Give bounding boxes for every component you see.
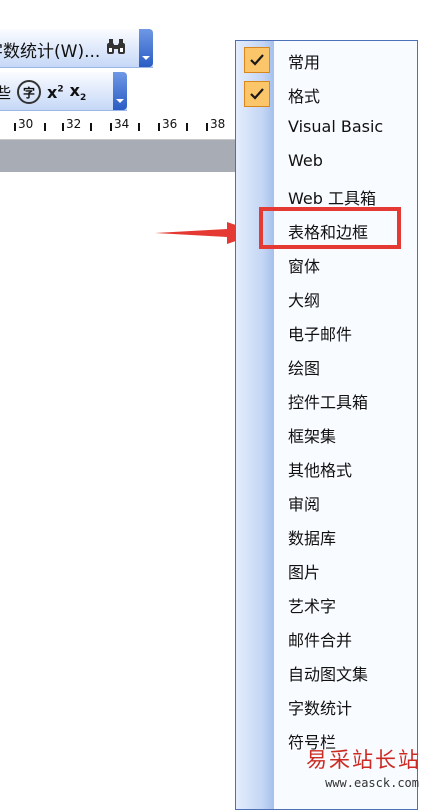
highlight-box-annotation: [259, 207, 401, 249]
menu-item-label: 绘图: [288, 359, 321, 378]
format-icon[interactable]: 些: [0, 82, 11, 103]
menu-item-formatting[interactable]: 格式: [236, 77, 417, 111]
menu-item-label: 窗体: [288, 257, 321, 276]
ruler-tick: [62, 123, 64, 131]
menu-item-label: 图片: [288, 563, 321, 582]
menu-item-label: 艺术字: [288, 597, 337, 616]
menu-item-label: Web 工具箱: [288, 189, 376, 208]
menu-item-database[interactable]: 数据库: [236, 519, 417, 553]
menu-item-label: 字数统计: [288, 699, 353, 718]
menu-item-picture[interactable]: 图片: [236, 553, 417, 587]
ruler-label: 30: [18, 117, 34, 131]
menu-item-wordart[interactable]: 艺术字: [236, 587, 417, 621]
menu-item-label: 数据库: [288, 529, 337, 548]
menu-item-label: 控件工具箱: [288, 393, 369, 412]
superscript-icon[interactable]: x2: [47, 83, 64, 102]
menu-item-label: 格式: [288, 87, 321, 106]
menu-item-label: 常用: [288, 53, 321, 72]
menu-item-label: 自动图文集: [288, 665, 369, 684]
ruler-label: 32: [66, 117, 82, 131]
ruler-label: 38: [210, 117, 226, 131]
toolbar-format: 些 字 x2 x2: [0, 71, 127, 111]
ruler-label: 34: [114, 117, 130, 131]
toolbar-word-count: 字数统计(W)...: [0, 28, 153, 68]
ruler-tick: [206, 123, 208, 131]
ruler-tick: [14, 123, 16, 131]
menu-item-outline[interactable]: 大纲: [236, 281, 417, 315]
menu-item-label: 框架集: [288, 427, 337, 446]
menu-item-forms[interactable]: 窗体: [236, 247, 417, 281]
document-margin-band: [0, 140, 240, 172]
menu-item-drawing[interactable]: 绘图: [236, 349, 417, 383]
toolbar-context-menu: 常用 格式 Visual Basic Web Web 工具箱 表格和边框 窗体 …: [235, 40, 418, 810]
ruler-tick: [186, 123, 188, 131]
ruler-tick: [158, 123, 160, 131]
menu-item-control-toolbox[interactable]: 控件工具箱: [236, 383, 417, 417]
menu-item-autotext[interactable]: 自动图文集: [236, 655, 417, 689]
document-canvas[interactable]: [0, 172, 235, 800]
watermark-url: www.easck.com: [325, 776, 419, 790]
toolbar-options-chevron[interactable]: [139, 29, 153, 67]
watermark-title: 易采站长站: [306, 748, 421, 772]
word-count-button[interactable]: 字数统计(W)...: [0, 37, 100, 62]
toolbar-options-chevron[interactable]: [113, 72, 127, 110]
ruler-label: 36: [162, 117, 178, 131]
menu-item-extended-formatting[interactable]: 其他格式: [236, 451, 417, 485]
menu-item-label: 邮件合并: [288, 631, 353, 650]
menu-item-standard[interactable]: 常用: [236, 43, 417, 77]
menu-item-frames[interactable]: 框架集: [236, 417, 417, 451]
menu-item-web[interactable]: Web: [236, 145, 417, 179]
ruler-tick: [110, 123, 112, 131]
menu-item-label: Visual Basic: [288, 117, 384, 136]
ruler-tick: [138, 123, 140, 131]
binoculars-icon[interactable]: [106, 39, 126, 59]
subscript-icon[interactable]: x2: [70, 81, 87, 103]
menu-item-label: 电子邮件: [288, 325, 353, 344]
checkmark-icon: [244, 47, 270, 73]
menu-item-word-count[interactable]: 字数统计: [236, 689, 417, 723]
ruler-tick: [44, 123, 46, 131]
site-watermark: 易采站长站 www.easck.com: [290, 736, 427, 800]
menu-item-mail-merge[interactable]: 邮件合并: [236, 621, 417, 655]
menu-item-label: Web: [288, 151, 323, 170]
ruler-tick: [90, 123, 92, 131]
menu-item-label: 审阅: [288, 495, 321, 514]
menu-item-email[interactable]: 电子邮件: [236, 315, 417, 349]
menu-item-label: 大纲: [288, 291, 321, 310]
phonetic-guide-icon[interactable]: 字: [17, 80, 42, 104]
horizontal-ruler[interactable]: 30 32 34 36 38: [0, 115, 240, 140]
menu-item-visual-basic[interactable]: Visual Basic: [236, 111, 417, 145]
menu-item-label: 其他格式: [288, 461, 353, 480]
menu-item-reviewing[interactable]: 审阅: [236, 485, 417, 519]
checkmark-icon: [244, 81, 270, 107]
